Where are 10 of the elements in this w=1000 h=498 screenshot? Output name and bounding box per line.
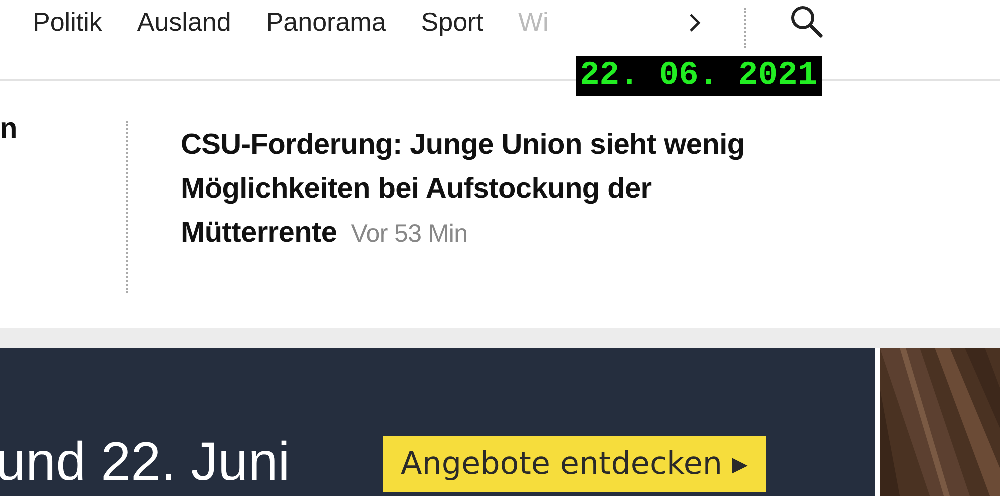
headline-link[interactable]: CSU-Forderung: Junge Union sieht wenig Möglichkeiten bei Aufstockung der Mütterrente Vor 53 Min (181, 123, 756, 256)
search-icon[interactable] (790, 5, 824, 39)
nav-link[interactable]: Ausland (137, 5, 232, 39)
nav-link[interactable]: Panorama (266, 5, 386, 39)
nav-link[interactable]: Sport (421, 5, 484, 39)
date-stamp: 22. 06. 2021 (576, 56, 822, 96)
nav-link[interactable]: Politik (33, 5, 102, 39)
offers-button[interactable]: Angebote entdecken ▸ (383, 436, 766, 492)
chevron-right-icon[interactable] (689, 13, 701, 33)
headline-link[interactable]: n (0, 107, 126, 151)
